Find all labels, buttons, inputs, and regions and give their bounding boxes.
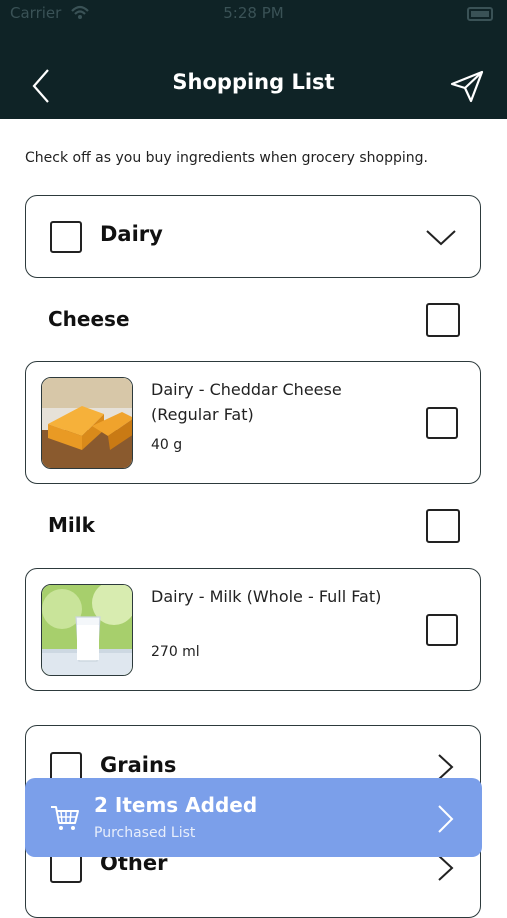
subcategory-milk: Milk <box>48 513 95 537</box>
item-card-milk: Dairy - Milk (Whole - Full Fat) 270 ml <box>25 568 481 691</box>
item-name: Dairy - Cheddar Cheese (Regular Fat) <box>151 380 342 424</box>
milk-image <box>41 584 133 676</box>
purchased-banner[interactable]: 2 Items Added Purchased List <box>25 778 482 857</box>
item-card-cheddar: Dairy - Cheddar Cheese (Regular Fat) 40 … <box>25 361 481 484</box>
cheese-checkbox[interactable] <box>426 303 460 337</box>
category-label: Dairy <box>100 222 163 246</box>
cheese-image <box>41 377 133 469</box>
battery-icon <box>467 7 493 21</box>
cart-icon <box>51 806 79 830</box>
intro-text: Check off as you buy ingredients when gr… <box>25 150 428 166</box>
item-quantity: 40 g <box>151 437 183 453</box>
chevron-down-icon[interactable] <box>424 222 458 252</box>
chevron-right-icon[interactable] <box>434 853 456 883</box>
milk-checkbox[interactable] <box>426 509 460 543</box>
app-header: Carrier 5:28 PM Shopping List <box>0 0 507 119</box>
category-dairy[interactable]: Dairy <box>25 195 481 278</box>
item-checkbox[interactable] <box>426 614 458 646</box>
item-name: Dairy - Milk (Whole - Full Fat) <box>151 587 382 606</box>
dairy-checkbox[interactable] <box>50 221 82 253</box>
page-title: Shopping List <box>172 70 335 94</box>
send-icon[interactable] <box>449 68 485 104</box>
item-checkbox[interactable] <box>426 407 458 439</box>
banner-title: 2 Items Added <box>94 793 258 817</box>
banner-subtitle: Purchased List <box>94 825 196 841</box>
status-bar: Carrier 5:28 PM <box>10 4 497 24</box>
subcategory-cheese: Cheese <box>48 307 130 331</box>
clock: 5:28 PM <box>223 4 284 22</box>
category-label: Grains <box>100 753 177 777</box>
item-quantity: 270 ml <box>151 644 200 660</box>
chevron-right-icon <box>438 805 454 833</box>
